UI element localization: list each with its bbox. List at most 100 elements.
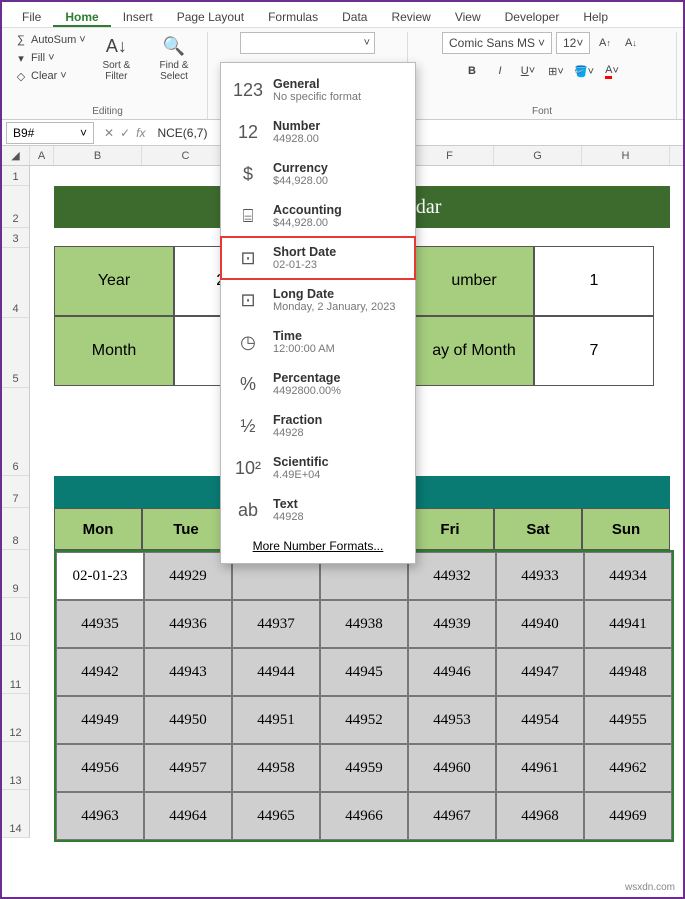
format-option-long-date[interactable]: ⊡Long DateMonday, 2 January, 2023: [221, 279, 415, 321]
menu-page-layout[interactable]: Page Layout: [165, 6, 256, 27]
more-number-formats[interactable]: More Number Formats...: [221, 531, 415, 557]
menu-file[interactable]: File: [10, 6, 53, 27]
row-header-1[interactable]: 1: [2, 166, 30, 186]
cal-cell[interactable]: 44962: [584, 744, 672, 792]
cal-cell[interactable]: 44955: [584, 696, 672, 744]
cal-cell[interactable]: 44967: [408, 792, 496, 840]
font-name-combo[interactable]: Comic Sans MS˅: [442, 32, 552, 54]
format-option-general[interactable]: 123GeneralNo specific format: [221, 69, 415, 111]
cal-cell[interactable]: 44936: [144, 600, 232, 648]
row-header-8[interactable]: 8: [2, 508, 30, 550]
format-option-currency[interactable]: $Currency$44,928.00: [221, 153, 415, 195]
enter-formula-icon[interactable]: ✓: [120, 126, 130, 140]
cal-cell[interactable]: 44968: [496, 792, 584, 840]
increase-font-button[interactable]: A↑: [594, 32, 616, 54]
cal-cell[interactable]: 44961: [496, 744, 584, 792]
format-option-scientific[interactable]: 10²Scientific4.49E+04: [221, 447, 415, 489]
cal-cell[interactable]: 44935: [56, 600, 144, 648]
fill-button[interactable]: ▾Fill ˅: [14, 50, 86, 66]
cal-cell[interactable]: 44934: [584, 552, 672, 600]
menu-view[interactable]: View: [443, 6, 493, 27]
cal-cell[interactable]: 44946: [408, 648, 496, 696]
find-select-button[interactable]: 🔍 Find & Select: [147, 32, 201, 84]
col-header-G[interactable]: G: [494, 146, 582, 165]
menu-help[interactable]: Help: [571, 6, 620, 27]
format-option-number[interactable]: 12Number44928.00: [221, 111, 415, 153]
font-color-button[interactable]: A˅: [601, 60, 623, 82]
cal-cell[interactable]: 44959: [320, 744, 408, 792]
cal-cell[interactable]: 44965: [232, 792, 320, 840]
cal-cell[interactable]: 44963: [56, 792, 144, 840]
autosum-button[interactable]: ∑AutoSum ˅: [14, 32, 86, 48]
row-header-9[interactable]: 9: [2, 550, 30, 598]
fx-icon[interactable]: fx: [136, 126, 145, 140]
cal-cell[interactable]: 44947: [496, 648, 584, 696]
cal-cell[interactable]: 44943: [144, 648, 232, 696]
italic-button[interactable]: I: [489, 60, 511, 82]
menu-insert[interactable]: Insert: [111, 6, 165, 27]
cal-cell[interactable]: 44949: [56, 696, 144, 744]
cancel-formula-icon[interactable]: ✕: [104, 126, 114, 140]
row-header-10[interactable]: 10: [2, 598, 30, 646]
cal-cell[interactable]: 44929: [144, 552, 232, 600]
cal-cell[interactable]: 02-01-23: [56, 552, 144, 600]
row-header-14[interactable]: 14: [2, 790, 30, 838]
decrease-font-button[interactable]: A↓: [620, 32, 642, 54]
row-header-11[interactable]: 11: [2, 646, 30, 694]
row-header-13[interactable]: 13: [2, 742, 30, 790]
cal-cell[interactable]: 44932: [408, 552, 496, 600]
row-header-7[interactable]: 7: [2, 476, 30, 508]
cal-cell[interactable]: 44938: [320, 600, 408, 648]
cal-cell[interactable]: 44964: [144, 792, 232, 840]
menu-data[interactable]: Data: [330, 6, 379, 27]
number-value[interactable]: 1: [534, 246, 654, 316]
menu-review[interactable]: Review: [379, 6, 442, 27]
col-header-B[interactable]: B: [54, 146, 142, 165]
cal-cell[interactable]: 44945: [320, 648, 408, 696]
row-header-4[interactable]: 4: [2, 248, 30, 318]
col-header-C[interactable]: C: [142, 146, 230, 165]
col-header-F[interactable]: F: [406, 146, 494, 165]
row-header-6[interactable]: 6: [2, 388, 30, 476]
cal-cell[interactable]: 44940: [496, 600, 584, 648]
menu-developer[interactable]: Developer: [493, 6, 572, 27]
cal-cell[interactable]: 44937: [232, 600, 320, 648]
cal-cell[interactable]: 44939: [408, 600, 496, 648]
row-header-2[interactable]: 2: [2, 186, 30, 228]
cal-cell[interactable]: 44966: [320, 792, 408, 840]
menu-formulas[interactable]: Formulas: [256, 6, 330, 27]
clear-button[interactable]: ◇Clear ˅: [14, 68, 86, 84]
cal-cell[interactable]: 44951: [232, 696, 320, 744]
cal-cell[interactable]: 44953: [408, 696, 496, 744]
cal-cell[interactable]: 44960: [408, 744, 496, 792]
row-header-5[interactable]: 5: [2, 318, 30, 388]
cal-cell[interactable]: 44950: [144, 696, 232, 744]
col-header-A[interactable]: A: [30, 146, 54, 165]
sort-filter-button[interactable]: A↓ Sort & Filter: [92, 32, 141, 84]
bold-button[interactable]: B: [461, 60, 483, 82]
row-header-3[interactable]: 3: [2, 228, 30, 248]
cal-cell[interactable]: 44948: [584, 648, 672, 696]
cal-cell[interactable]: 44944: [232, 648, 320, 696]
cal-cell[interactable]: 44933: [496, 552, 584, 600]
row-header-12[interactable]: 12: [2, 694, 30, 742]
font-size-combo[interactable]: 12˅: [556, 32, 590, 54]
cal-cell[interactable]: 44956: [56, 744, 144, 792]
dow-value[interactable]: 7: [534, 316, 654, 386]
underline-button[interactable]: U˅: [517, 60, 539, 82]
fill-color-button[interactable]: 🪣˅: [573, 60, 595, 82]
cal-cell[interactable]: 44941: [584, 600, 672, 648]
cal-cell[interactable]: 44952: [320, 696, 408, 744]
cal-cell[interactable]: 44958: [232, 744, 320, 792]
borders-button[interactable]: ⊞˅: [545, 60, 567, 82]
col-header-H[interactable]: H: [582, 146, 670, 165]
format-option-text[interactable]: abText44928: [221, 489, 415, 531]
number-format-combo[interactable]: ˅: [240, 32, 375, 54]
cal-cell[interactable]: 44969: [584, 792, 672, 840]
select-all-corner[interactable]: ◢: [2, 146, 30, 165]
cal-cell[interactable]: 44954: [496, 696, 584, 744]
format-option-fraction[interactable]: ½Fraction44928: [221, 405, 415, 447]
cal-cell[interactable]: 44942: [56, 648, 144, 696]
format-option-accounting[interactable]: ⌸Accounting$44,928.00: [221, 195, 415, 237]
menu-home[interactable]: Home: [53, 6, 110, 27]
